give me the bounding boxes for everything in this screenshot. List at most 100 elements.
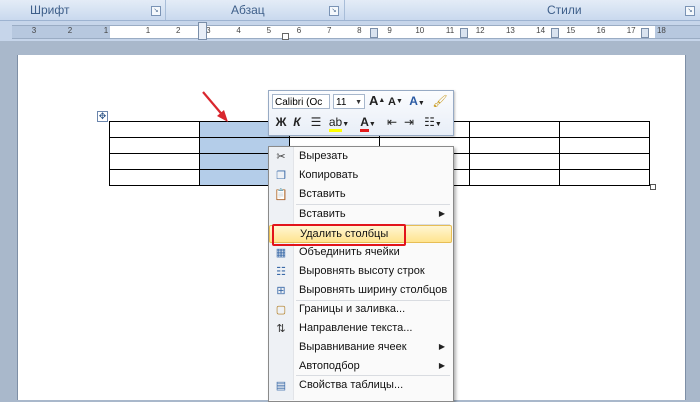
menu-item-cell-alignment[interactable]: Выравнивание ячеек ▶ [269,339,452,357]
menu-item-label: Границы и заливка... [299,303,406,315]
menu-item-borders-shading[interactable]: ▢ Границы и заливка... [269,301,452,319]
column-marker-icon[interactable] [198,22,207,40]
menu-item-label: Объединить ячейки [299,246,400,258]
font-color-glyph: A [360,115,369,132]
highlight-color-button[interactable]: ab▼ [327,114,351,132]
format-painter-button[interactable]: 🖌 [432,93,448,109]
text-direction-icon: ⇅ [276,323,286,335]
ruler-number: 18 [656,26,666,35]
shrink-arrow-icon: ▼ [395,98,403,105]
ruler-number: 8 [357,26,362,35]
ruler-number: 5 [266,26,272,35]
table-cell[interactable] [469,121,560,138]
menu-item-label: Копировать [299,169,359,181]
table-cell[interactable] [559,137,650,154]
menu-item-table-properties[interactable]: ▤ Свойства таблицы... [269,377,452,395]
menu-item-label: Выровнять высоту строк [299,265,425,277]
font-size-value: 11 [336,97,347,108]
table-cell[interactable] [559,121,650,138]
menu-item-copy[interactable]: ❐ Копировать [269,167,452,185]
shrink-font-button[interactable]: A▼ [388,94,403,110]
menu-item-cut[interactable]: ✂ Вырезать [269,148,452,166]
ruler-number: 6 [296,26,302,35]
table-cell[interactable] [559,169,650,186]
menu-item-insert[interactable]: Вставить ▶ [269,206,452,224]
menu-item-text-direction[interactable]: ⇅ Направление текста... [269,320,452,338]
table-cell[interactable] [469,153,560,170]
bold-button[interactable]: Ж [274,114,288,130]
submenu-arrow-icon: ▶ [438,209,445,218]
table-cell[interactable] [109,169,200,186]
ruler-number: 17 [626,26,636,35]
decrease-indent-button[interactable]: ⇤ [385,114,399,130]
distribute-rows-icon: ☷ [276,266,286,278]
menu-item-label: Вставить [299,188,346,200]
italic-glyph: К [293,115,301,129]
table-cell[interactable] [109,153,200,170]
ribbon-group-bar: Шрифт ↘ Абзац ↘ Стили ↘ [0,0,700,21]
font-name-value: Calibri (Oc [275,97,323,108]
menu-item-label: Выравнивание ячеек [299,341,407,353]
grow-font-button[interactable]: A▲ [369,93,386,109]
table-cell[interactable] [469,169,560,186]
indent-marker-icon[interactable] [282,33,289,40]
chevron-down-icon: ▼ [342,121,350,128]
menu-item-paste[interactable]: 📋 Вставить [269,186,452,204]
table-cell[interactable] [469,137,560,154]
ruler-number: 10 [415,26,425,35]
table-cell[interactable] [109,121,200,138]
format-painter-icon: 🖌 [432,94,448,108]
font-dialog-launcher-icon[interactable]: ↘ [151,6,161,16]
highlighter-icon: ab [328,115,343,132]
font-name-dropdown[interactable]: Calibri (Oc [272,94,330,109]
menu-item-distribute-rows[interactable]: ☷ Выровнять высоту строк [269,263,452,281]
styles-button[interactable]: A▼ [406,93,428,109]
chevron-down-icon: ▼ [355,99,362,106]
menu-separator [296,375,450,376]
ruler-number: 7 [326,26,332,35]
styles-dialog-launcher-icon[interactable]: ↘ [685,6,695,16]
grow-arrow-icon: ▲ [378,97,386,104]
paragraph-dialog-launcher-icon[interactable]: ↘ [329,6,339,16]
menu-item-autofit[interactable]: Автоподбор ▶ [269,358,452,376]
column-marker-icon[interactable] [551,28,559,38]
menu-separator [296,204,450,205]
chevron-down-icon: ▼ [417,100,425,107]
bullets-button[interactable]: ☷▼ [420,114,446,130]
align-center-button[interactable]: ☰ [308,114,324,130]
bullet-list-icon: ☷ [424,115,435,129]
ruler-number: 2 [175,26,181,35]
column-marker-icon[interactable] [460,28,468,38]
ribbon-group-paragraph-label: Абзац [231,3,265,17]
table-cell[interactable] [109,137,200,154]
menu-item-distribute-columns[interactable]: ⊞ Выровнять ширину столбцов [269,282,452,300]
chevron-down-icon: ▼ [368,121,376,128]
increase-indent-icon: ⇥ [403,115,415,129]
submenu-arrow-icon: ▶ [438,361,445,370]
italic-button[interactable]: К [290,114,304,130]
annotation-highlight-box [272,224,406,246]
styles-icon: A [409,94,418,108]
submenu-arrow-icon: ▶ [438,342,445,351]
table-cell[interactable] [559,153,650,170]
ruler-number: 15 [566,26,576,35]
ruler-number: 11 [445,26,455,35]
menu-item-label: Вставить [299,208,346,220]
copy-icon: ❐ [276,170,286,182]
table-resize-handle[interactable] [650,184,656,190]
bold-glyph: Ж [275,115,287,129]
ribbon-group-styles: Стили ↘ [345,0,700,20]
ruler-number: 14 [536,26,546,35]
font-color-button[interactable]: A▼ [356,114,380,132]
menu-item-merge-cells[interactable]: ▦ Объединить ячейки [269,244,452,262]
increase-indent-button[interactable]: ⇥ [402,114,416,130]
font-size-dropdown[interactable]: 11 ▼ [333,94,365,109]
menu-item-label: Свойства таблицы... [299,379,404,391]
column-marker-icon[interactable] [641,28,649,38]
ruler-number: 1 [103,26,109,35]
ruler-number: 1 [145,26,151,35]
table-move-handle-icon[interactable]: ✥ [97,111,108,122]
annotation-arrow-icon [202,91,228,122]
column-marker-icon[interactable] [370,28,378,38]
merge-cells-icon: ▦ [275,247,287,259]
